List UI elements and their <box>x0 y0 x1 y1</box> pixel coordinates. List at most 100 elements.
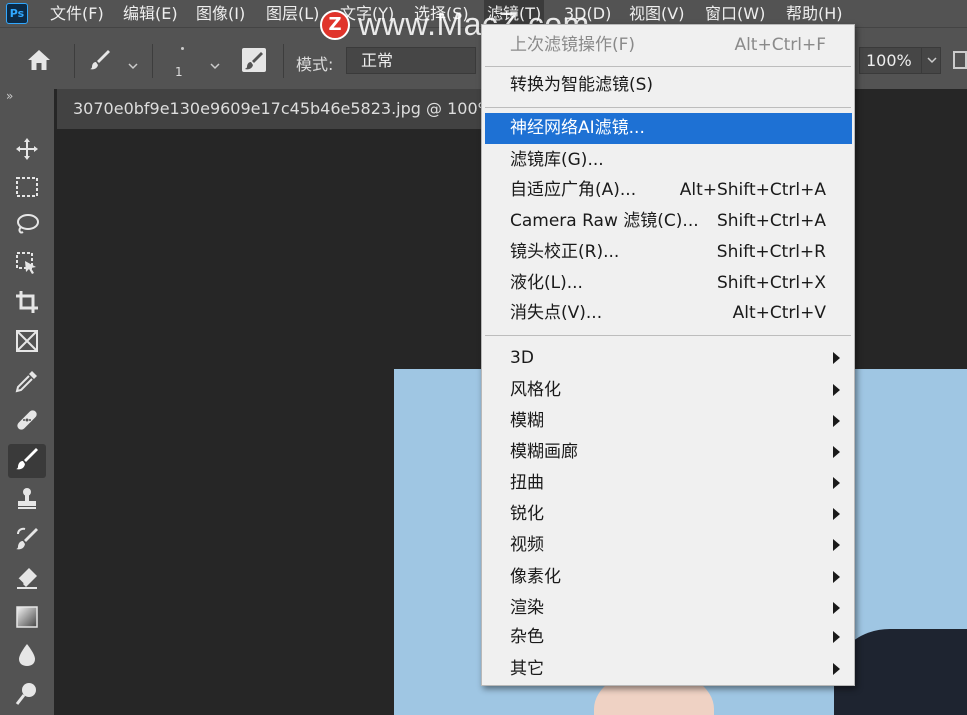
menu-item-label: 液化(L)... <box>510 273 583 293</box>
mode-select[interactable]: 正常 <box>346 47 476 74</box>
eyedropper-icon <box>14 368 40 398</box>
tools-panel: » <box>0 89 54 715</box>
submenu-noise[interactable]: 杂色 <box>482 622 854 653</box>
brush-settings-panel-icon[interactable] <box>240 46 268 74</box>
submenu-arrow-icon <box>833 415 840 427</box>
menu-bar: Ps 文件(F) 编辑(E) 图像(I) 图层(L) 文字(Y) 选择(S) 滤… <box>0 0 967 27</box>
menu-window[interactable]: 窗口(W) <box>705 0 765 27</box>
submenu-render[interactable]: 渲染 <box>482 593 854 624</box>
menu-item-label: 滤镜库(G)... <box>510 150 604 170</box>
stamp-icon <box>14 486 40 516</box>
menu-item-neural-filters[interactable]: 神经网络AI滤镜... <box>485 113 852 144</box>
collapse-panel-icon[interactable]: » <box>6 89 13 103</box>
menu-item-adaptive-wide-angle[interactable]: 自适应广角(A)... Alt+Shift+Ctrl+A <box>482 175 854 206</box>
healing-icon <box>14 407 40 437</box>
marquee-icon <box>14 174 40 204</box>
brush-size-value[interactable]: 1 <box>175 65 183 79</box>
menu-item-label: 镜头校正(R)... <box>510 242 620 262</box>
menu-type[interactable]: 文字(Y) <box>340 0 394 27</box>
marquee-tool[interactable] <box>8 172 46 206</box>
submenu-pixelate[interactable]: 像素化 <box>482 562 854 593</box>
menu-separator <box>485 335 851 336</box>
gradient-icon <box>14 604 40 634</box>
submenu-video[interactable]: 视频 <box>482 530 854 561</box>
menu-item-label: 扭曲 <box>510 473 544 493</box>
airbrush-icon[interactable] <box>950 48 967 72</box>
move-icon <box>14 136 40 166</box>
menu-item-label: 模糊 <box>510 411 544 431</box>
menu-3d[interactable]: 3D(D) <box>564 0 611 27</box>
brush-tool-preset-icon[interactable] <box>88 48 112 72</box>
menu-item-last-filter[interactable]: 上次滤镜操作(F) Alt+Ctrl+F <box>482 30 854 61</box>
submenu-other[interactable]: 其它 <box>482 654 854 685</box>
menu-edit[interactable]: 编辑(E) <box>123 0 178 27</box>
submenu-3d[interactable]: 3D <box>482 343 854 374</box>
menu-file[interactable]: 文件(F) <box>50 0 104 27</box>
blur-tool[interactable] <box>8 640 46 674</box>
menu-select[interactable]: 选择(S) <box>414 0 469 27</box>
submenu-sharpen[interactable]: 锐化 <box>482 499 854 530</box>
brush-tool[interactable] <box>8 444 46 478</box>
dodge-tool[interactable] <box>8 679 46 713</box>
menu-help[interactable]: 帮助(H) <box>786 0 843 27</box>
eraser-tool[interactable] <box>8 563 46 597</box>
eyedropper-tool[interactable] <box>8 366 46 400</box>
menu-item-convert-smart-filter[interactable]: 转换为智能滤镜(S) <box>482 70 854 101</box>
photoshop-logo-icon[interactable]: Ps <box>6 3 28 24</box>
lasso-tool[interactable] <box>8 210 46 244</box>
menu-item-label: 神经网络AI滤镜... <box>510 118 645 138</box>
submenu-arrow-icon <box>833 539 840 551</box>
brush-preset-caret-icon[interactable] <box>128 56 138 70</box>
crop-icon <box>14 289 40 319</box>
submenu-arrow-icon <box>833 663 840 675</box>
menu-item-camera-raw[interactable]: Camera Raw 滤镜(C)... Shift+Ctrl+A <box>482 206 854 237</box>
crop-tool[interactable] <box>8 287 46 321</box>
menu-item-label: 杂色 <box>510 627 544 647</box>
menu-item-shortcut: Shift+Ctrl+X <box>716 273 826 293</box>
menu-item-liquify[interactable]: 液化(L)... Shift+Ctrl+X <box>482 268 854 299</box>
home-icon[interactable] <box>26 48 52 72</box>
submenu-stylize[interactable]: 风格化 <box>482 375 854 406</box>
clone-stamp-tool[interactable] <box>8 484 46 518</box>
submenu-arrow-icon <box>833 352 840 364</box>
history-brush-tool[interactable] <box>8 524 46 558</box>
menu-item-label: 自适应广角(A)... <box>510 180 637 200</box>
menu-item-label: 视频 <box>510 535 544 555</box>
options-divider <box>283 44 284 78</box>
submenu-arrow-icon <box>833 446 840 458</box>
brush-size-caret-icon[interactable] <box>210 56 220 70</box>
menu-item-vanishing-point[interactable]: 消失点(V)... Alt+Ctrl+V <box>482 298 854 329</box>
document-tab[interactable]: 3070e0bf9e130e9609e17c45b46e5823.jpg @ 1… <box>57 89 487 129</box>
menu-layer[interactable]: 图层(L) <box>266 0 319 27</box>
menu-view[interactable]: 视图(V) <box>629 0 684 27</box>
lasso-icon <box>14 212 40 242</box>
menu-image[interactable]: 图像(I) <box>196 0 245 27</box>
menu-item-shortcut: Shift+Ctrl+A <box>716 211 826 231</box>
menu-item-label: 3D <box>510 348 534 368</box>
eraser-icon <box>14 565 40 595</box>
move-tool[interactable] <box>8 134 46 168</box>
menu-item-shortcut: Alt+Ctrl+V <box>732 303 826 323</box>
gradient-tool[interactable] <box>8 602 46 636</box>
submenu-distort[interactable]: 扭曲 <box>482 468 854 499</box>
mode-label: 模式: <box>296 55 334 74</box>
menu-item-label: 渲染 <box>510 598 544 618</box>
menu-item-filter-gallery[interactable]: 滤镜库(G)... <box>482 145 854 176</box>
object-selection-tool[interactable] <box>8 248 46 282</box>
submenu-arrow-icon <box>833 571 840 583</box>
submenu-blur-gallery[interactable]: 模糊画廊 <box>482 437 854 468</box>
frame-tool[interactable] <box>8 326 46 360</box>
submenu-blur[interactable]: 模糊 <box>482 406 854 437</box>
submenu-arrow-icon <box>833 631 840 643</box>
menu-filter[interactable]: 滤镜(T) <box>484 0 545 27</box>
brush-preview-dot[interactable] <box>181 47 184 50</box>
menu-item-label: 模糊画廊 <box>510 442 578 462</box>
blur-icon <box>14 642 40 672</box>
brush-icon <box>14 446 40 476</box>
healing-brush-tool[interactable] <box>8 405 46 439</box>
menu-item-shortcut: Shift+Ctrl+R <box>716 242 826 262</box>
zoom-caret-icon[interactable] <box>921 48 941 73</box>
menu-item-label: 其它 <box>510 659 544 679</box>
menu-item-lens-correction[interactable]: 镜头校正(R)... Shift+Ctrl+R <box>482 237 854 268</box>
submenu-arrow-icon <box>833 508 840 520</box>
